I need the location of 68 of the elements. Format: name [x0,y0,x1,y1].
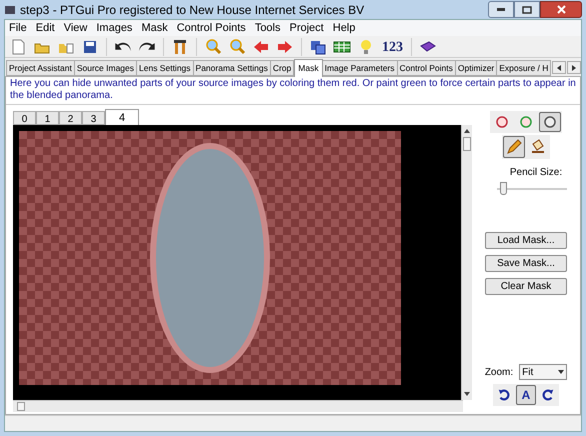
minimize-button[interactable] [488,1,514,18]
slider-thumb[interactable] [500,182,508,195]
redo-icon [139,42,155,51]
minimize-icon [497,8,505,11]
rotate-left-icon [497,388,511,402]
tab[interactable]: Control Points [396,60,456,76]
tab[interactable]: Mask [294,59,323,77]
image-number-tab[interactable]: 4 [105,109,139,125]
zoom-label: Zoom: [484,366,514,380]
image-number-tab[interactable]: 0 [13,111,36,125]
number-button[interactable]: 123 [380,36,405,56]
menu-item[interactable]: Mask [141,20,168,36]
tab[interactable]: Panorama Settings [192,60,271,76]
tab[interactable]: Exposure / H [496,60,552,76]
circle-icon [496,116,508,128]
menu-item[interactable]: Project [290,20,324,36]
panel-button[interactable]: Clear Mask [485,278,567,295]
menu-item[interactable]: Control Points [176,20,246,36]
image-number-tab[interactable]: 2 [59,111,82,125]
down-arrow-icon [464,392,470,396]
menu-item[interactable]: File [9,20,27,36]
zoom-dropdown[interactable]: Fit [519,364,568,380]
menu-item[interactable]: Help [332,20,356,36]
tab[interactable]: Crop [270,60,294,76]
pencil-size-label: Pencil Size: [510,166,562,180]
right-arrow-icon [572,64,576,70]
scrollbar-thumb[interactable] [463,137,472,151]
rotate-right-icon [541,388,555,402]
menu-item[interactable]: Tools [254,20,280,36]
app-icon [4,4,16,16]
pencil-size-slider[interactable] [497,182,567,196]
zoom-out-icon [228,38,246,56]
tab[interactable]: Project Assistant [6,60,75,76]
close-icon [556,5,566,14]
tool-toggle[interactable] [503,136,525,158]
menu-item[interactable]: Edit [36,20,55,36]
tab[interactable]: Image Parameters [322,60,398,76]
hint-text: Here you can hide unwanted parts of your source images by coloring them red. Or paint green to force certain parts to appear in the blended panorama. [6,77,580,105]
scroll-left-button[interactable] [552,61,566,74]
scrollbar-thumb[interactable] [17,402,25,411]
close-button[interactable] [540,1,582,18]
circle-icon [544,116,556,128]
menu-item[interactable]: View [64,20,88,36]
up-arrow-icon [464,129,470,133]
circle-icon [520,116,532,128]
horizontal-scrollbar[interactable] [13,400,463,412]
vertical-scrollbar[interactable] [461,125,472,400]
auto-button[interactable]: A [516,385,536,405]
tab[interactable]: Optimizer [454,60,498,76]
pencil-icon [505,138,523,156]
panel-button[interactable]: Load Mask... [485,232,567,249]
dropdown-caret-icon [558,370,564,374]
maximize-button[interactable] [514,1,540,18]
panel-button[interactable]: Save Mask... [485,255,567,272]
image-number-tab[interactable]: 3 [82,111,105,125]
image-canvas[interactable] [13,125,462,400]
color-toggle[interactable] [539,112,561,132]
left-arrow-icon [557,64,561,70]
menu-item[interactable]: Images [96,20,132,36]
zoom-in-icon [204,38,222,56]
tab[interactable]: Lens Settings [136,60,194,76]
restore-icon [522,6,532,14]
scroll-right-button[interactable] [567,61,581,74]
image-number-tab[interactable]: 1 [36,111,59,125]
tab[interactable]: Source Images [74,60,138,76]
tools-icon [171,38,189,56]
undo-icon [115,42,131,51]
window-title: step3 - PTGui Pro registered to New House Internet Services BV [20,2,364,18]
